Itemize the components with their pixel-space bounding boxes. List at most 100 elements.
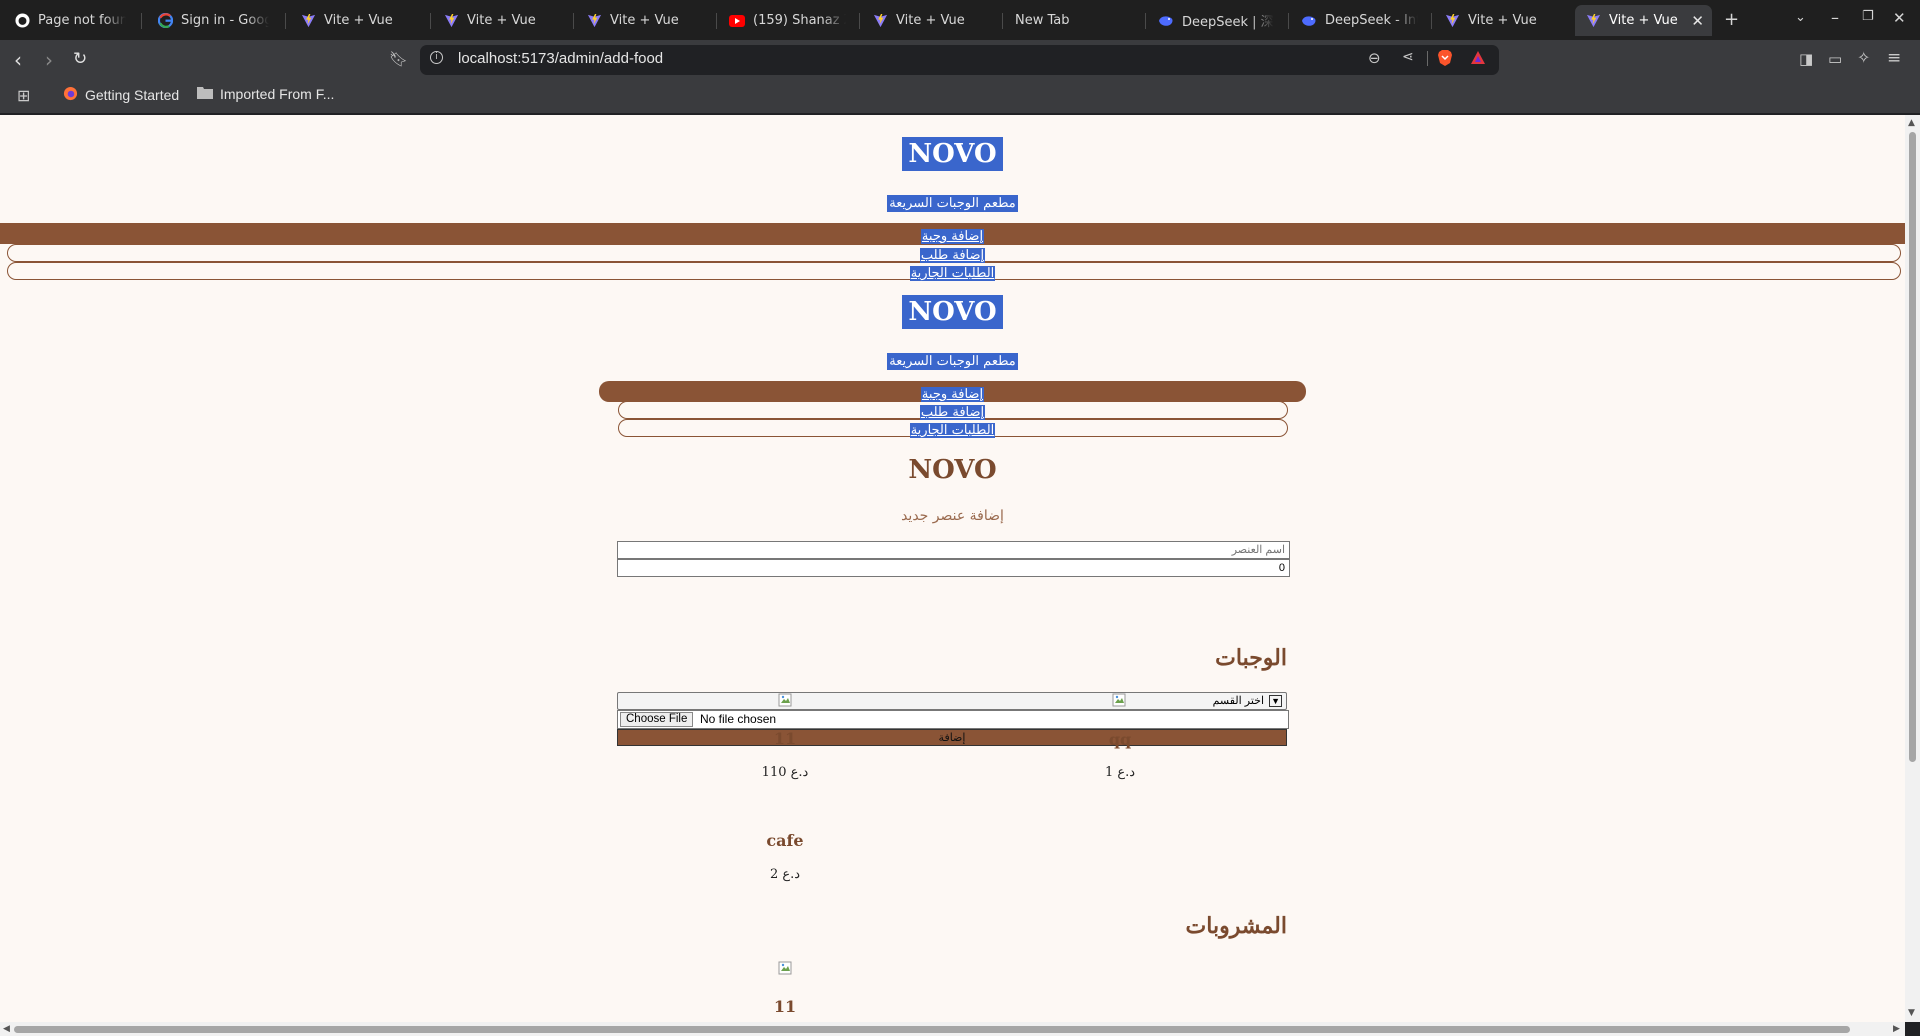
item-name: 11 [773, 997, 797, 1016]
bookmark-label: Getting Started [85, 87, 180, 103]
nav-link-add-order[interactable]: إضافة طلب [919, 248, 986, 263]
nav-2-row-add-order: إضافة طلب [0, 401, 1905, 421]
youtube-icon [729, 13, 745, 29]
google-icon [157, 13, 173, 29]
nav-1-row-current-orders: الطلبات الجارية [0, 262, 1905, 282]
vite-icon [1444, 13, 1460, 29]
brave-rewards-icon[interactable] [1470, 50, 1486, 70]
scroll-up-icon[interactable]: ▲ [1908, 118, 1915, 128]
tab-1[interactable]: Sign in - Google [147, 5, 279, 36]
item-name: qq [1108, 730, 1132, 749]
chevron-down-icon: ▼ [1269, 695, 1282, 707]
submit-add-button[interactable]: إضافة [617, 729, 1287, 746]
file-status-text: No file chosen [700, 712, 777, 726]
vite-icon [872, 13, 888, 29]
form-brand-title: NOVO [908, 455, 997, 485]
tab-2[interactable]: Vite + Vue [290, 5, 427, 36]
bookmark-label: Imported From F... [220, 86, 335, 102]
tab-title: (159) Shanaz Za [753, 13, 846, 28]
leo-ai-icon[interactable]: ✧ [1857, 48, 1870, 67]
new-tab-icon[interactable]: + [1724, 9, 1739, 30]
image-file-input[interactable]: Choose File No file chosen [617, 710, 1289, 729]
item-name: 11 [773, 729, 797, 748]
tab-9[interactable]: DeepSeek - Int [1291, 5, 1428, 36]
item-price: 1 د.ع [1104, 765, 1136, 780]
tab-5[interactable]: (159) Shanaz Za [719, 5, 856, 36]
nav-1-row-add-order: إضافة طلب [0, 244, 1905, 264]
brave-shield-icon[interactable] [1437, 49, 1453, 71]
url-text[interactable]: localhost:5173/admin/add-food [458, 50, 663, 67]
close-tab-icon[interactable]: ✕ [1691, 12, 1704, 30]
firefox-icon [63, 86, 78, 104]
tab-title: New Tab [1015, 13, 1070, 28]
folder-icon [197, 86, 213, 102]
tab-4[interactable]: Vite + Vue [576, 5, 713, 36]
scroll-down-icon[interactable]: ▼ [1908, 1008, 1915, 1018]
tab-title: DeepSeek - Int [1325, 13, 1418, 28]
broken-image-icon [778, 693, 792, 707]
section-title-drinks: المشروبات [1185, 913, 1287, 939]
section-title-meals: الوجبات [1215, 645, 1287, 671]
nav-link-add-order[interactable]: إضافة طلب [919, 405, 986, 420]
nav-2-row-add-meal: إضافة وجبة [0, 383, 1905, 403]
deepseek-icon [1158, 13, 1174, 29]
tab-list-chevron-icon[interactable]: ⌄ [1795, 10, 1806, 25]
item-price-input[interactable] [617, 559, 1290, 577]
brand-title: NOVO [902, 137, 1003, 171]
tab-11-active[interactable]: Vite + Vue ✕ [1575, 5, 1712, 36]
bookmark-imported-folder[interactable]: Imported From F... [197, 86, 334, 102]
tab-title: Vite + Vue [610, 13, 679, 28]
tab-title: Vite + Vue [324, 13, 393, 28]
tab-0[interactable]: Page not found [4, 5, 136, 36]
tab-7[interactable]: New Tab [1005, 5, 1142, 36]
tab-10[interactable]: Vite + Vue [1434, 5, 1571, 36]
reload-icon[interactable]: ↻ [73, 49, 87, 69]
bookmark-icon[interactable]: 🔖︎ [389, 50, 408, 68]
form-heading: إضافة عنصر جديد [901, 508, 1004, 524]
vite-icon [443, 13, 459, 29]
tab-6[interactable]: Vite + Vue [862, 5, 999, 36]
sidebar-icon[interactable]: ◨ [1799, 50, 1813, 68]
item-name: cafe [766, 831, 804, 850]
restaurant-subtitle: مطعم الوجبات السريعة [887, 353, 1018, 370]
deepseek-icon [1301, 13, 1317, 29]
header-1: NOVO [0, 137, 1905, 171]
category-select-label: اختر القسم [1212, 695, 1265, 707]
nav-link-add-meal[interactable]: إضافة وجبة [920, 229, 985, 244]
page-viewport: NOVO مطعم الوجبات السريعة إضافة وجبة إضا… [0, 115, 1905, 1022]
category-select[interactable]: اختر القسم ▼ [617, 692, 1287, 710]
horizontal-scroll-thumb[interactable] [14, 1026, 1850, 1033]
close-window-icon[interactable]: ✕ [1893, 9, 1906, 27]
scroll-left-icon[interactable]: ◀ [3, 1024, 10, 1034]
site-info-icon[interactable]: i [430, 51, 443, 64]
bookmark-getting-started[interactable]: Getting Started [63, 86, 179, 104]
item-name-input[interactable] [617, 541, 1290, 559]
broken-image-icon [778, 961, 792, 975]
nav-link-current-orders[interactable]: الطلبات الجارية [909, 423, 996, 438]
header-2: NOVO [0, 295, 1905, 329]
tab-title: Vite + Vue [467, 13, 536, 28]
tab-3[interactable]: Vite + Vue [433, 5, 570, 36]
tab-8[interactable]: DeepSeek | 深 [1148, 5, 1285, 36]
share-icon[interactable]: ⋖ [1402, 49, 1414, 65]
brand-title: NOVO [902, 295, 1003, 329]
restore-icon[interactable]: ❐ [1862, 9, 1874, 24]
nav-link-current-orders[interactable]: الطلبات الجارية [909, 266, 996, 281]
vertical-scroll-thumb[interactable] [1909, 132, 1916, 762]
divider [1427, 51, 1428, 66]
minimize-icon[interactable]: – [1831, 8, 1839, 27]
nav-link-add-meal[interactable]: إضافة وجبة [920, 387, 985, 402]
back-icon[interactable]: ‹ [14, 48, 22, 72]
scroll-right-icon[interactable]: ▶ [1893, 1024, 1900, 1034]
zoom-icon[interactable]: ⊖ [1368, 49, 1381, 67]
tab-title: Sign in - Google [181, 13, 269, 28]
menu-icon[interactable]: ≡ [1887, 48, 1901, 68]
wallet-icon[interactable]: ▭ [1828, 50, 1842, 68]
forward-icon[interactable]: › [45, 48, 53, 72]
restaurant-subtitle: مطعم الوجبات السريعة [887, 195, 1018, 212]
apps-grid-icon[interactable]: ⊞ [17, 86, 30, 105]
choose-file-button[interactable]: Choose File [620, 712, 694, 727]
nav-1-row-add-meal: إضافة وجبة [0, 225, 1905, 245]
tab-title: Vite + Vue [1609, 13, 1678, 28]
vite-icon [300, 13, 316, 29]
